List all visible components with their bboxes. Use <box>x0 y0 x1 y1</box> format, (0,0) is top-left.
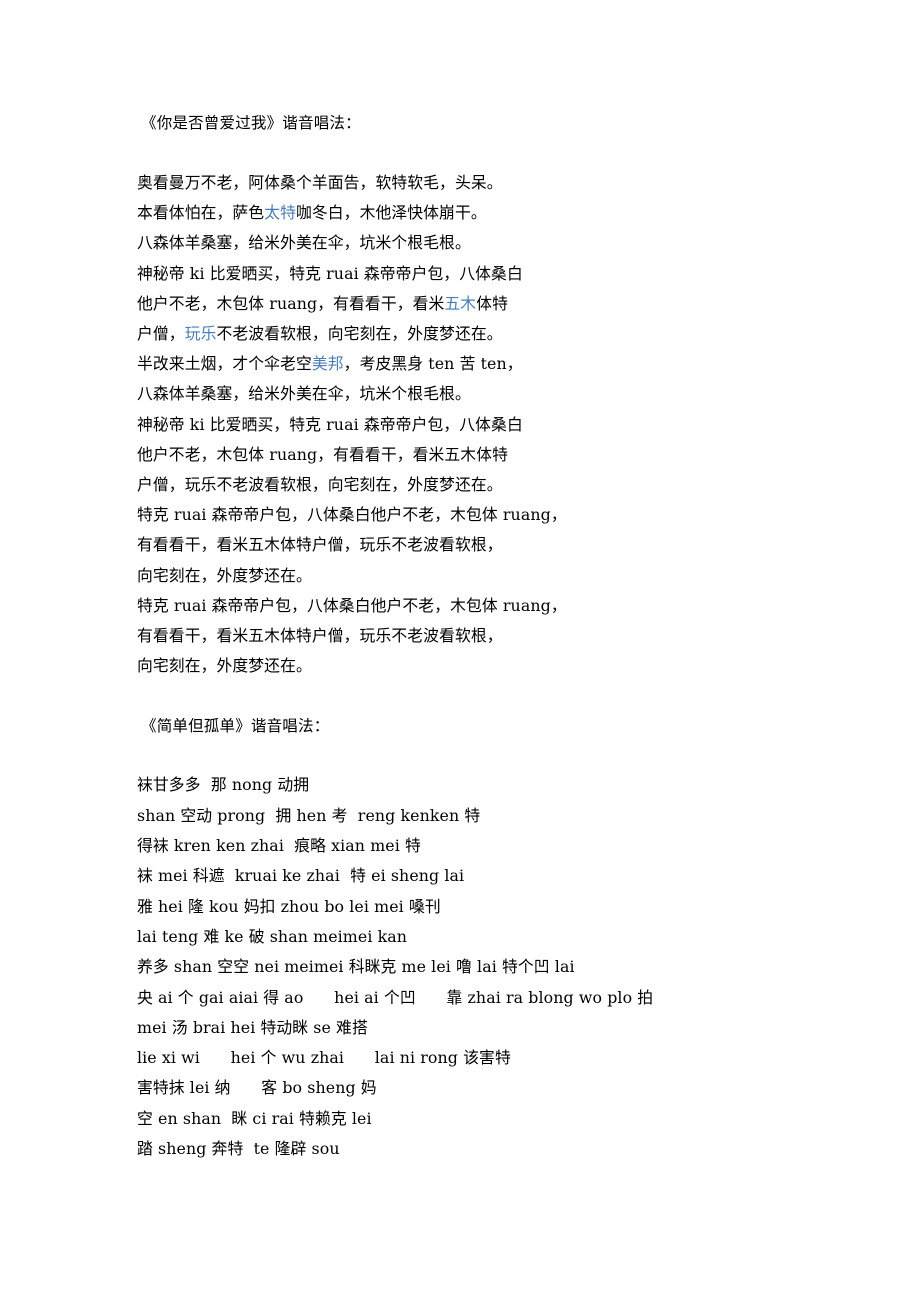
lyric-text: 特克 ruai 森帝帝户包，八体桑白他户不老，木包体 ruang， <box>137 505 567 525</box>
lyric-line: 央 ai 个 gai aiai 得 ao hei ai 个凹 靠 zhai ra… <box>137 983 777 1013</box>
document-body: 《你是否曾爱过我》谐音唱法： 奥看曼万不老，阿体桑个羊面告，软特软毛，头呆。 本看… <box>137 108 777 1164</box>
title-lyrics-spacer-2 <box>137 741 777 770</box>
lyric-text: 户僧， <box>137 324 185 344</box>
lyric-text: 奥看曼万不老，阿体桑个羊面告，软特软毛，头呆。 <box>137 173 503 192</box>
lyric-text: 雅 hei 隆 kou 妈扣 zhou bo lei mei 嗓刊 <box>137 896 441 916</box>
lyric-text: ，考皮黑身 ten 苦 ten， <box>343 354 523 374</box>
lyric-line: 户僧，玩乐不老波看软根，向宅刻在，外度梦还在。 <box>137 470 777 500</box>
lyric-line: 特克 ruai 森帝帝户包，八体桑白他户不老，木包体 ruang， <box>137 500 777 530</box>
lyric-text: 体特 <box>476 293 508 313</box>
lyrics-block-2: 袜甘多多 那 nong 动拥 shan 空动 prong 拥 hen 考 reng… <box>137 770 777 1164</box>
lyric-line: 本看体怕在，萨色太特咖冬白，木他泽快体崩干。 <box>137 198 777 228</box>
lyric-text: 八森体羊桑塞，给米外美在伞，坑米个根毛根。 <box>137 233 471 253</box>
lyric-text: 户僧，玩乐不老波看软根，向宅刻在，外度梦还在。 <box>137 475 503 495</box>
lyric-line: 得袜 kren ken zhai 痕略 xian mei 特 <box>137 831 777 861</box>
lyric-text: 他户不老，木包体 ruang，有看看干，看米五木体特 <box>137 444 508 464</box>
highlighted-text: 五木 <box>444 293 477 313</box>
lyric-text: 得袜 kren ken zhai 痕略 xian mei 特 <box>137 836 421 856</box>
document-page: 《你是否曾爱过我》谐音唱法： 奥看曼万不老，阿体桑个羊面告，软特软毛，头呆。 本看… <box>0 0 920 1302</box>
lyric-line: 袜 mei 科遮 kruai ke zhai 特 ei sheng lai <box>137 861 777 891</box>
lyric-line: lie xi wi hei 个 wu zhai lai ni rong 该害特 <box>137 1043 777 1073</box>
lyric-text: 踏 sheng 奔特 te 隆辟 sou <box>137 1139 340 1159</box>
lyric-line: 他户不老，木包体 ruang，有看看干，看米五木体特 <box>137 289 777 319</box>
lyrics-block-1: 奥看曼万不老，阿体桑个羊面告，软特软毛，头呆。 本看体怕在，萨色太特咖冬白，木他泽… <box>137 168 777 681</box>
lyric-line: 养多 shan 空空 nei meimei 科眯克 me lei 噜 lai 特… <box>137 952 777 982</box>
lyric-line: 踏 sheng 奔特 te 隆辟 sou <box>137 1134 777 1164</box>
lyric-text: 八森体羊桑塞，给米外美在伞，坑米个根毛根。 <box>137 384 471 404</box>
lyric-line: 空 en shan 眯 ci rai 特赖克 lei <box>137 1104 777 1134</box>
lyric-text: 特克 ruai 森帝帝户包，八体桑白他户不老，木包体 ruang， <box>137 595 567 615</box>
lyric-line: 雅 hei 隆 kou 妈扣 zhou bo lei mei 嗓刊 <box>137 892 777 922</box>
lyric-line: 神秘帝 ki 比爱晒买，特克 ruai 森帝帝户包，八体桑白 <box>137 259 777 289</box>
lyric-text: 有看看干，看米五木体特户僧，玩乐不老波看软根， <box>137 535 503 555</box>
lyric-text: 半改来土烟，才个伞老空 <box>137 354 312 374</box>
lyric-line: 户僧，玩乐不老波看软根，向宅刻在，外度梦还在。 <box>137 319 777 349</box>
lyric-text: 咖冬白，木他泽快体崩干。 <box>295 203 487 223</box>
lyric-line: 他户不老，木包体 ruang，有看看干，看米五木体特 <box>137 440 777 470</box>
song-title-1: 《你是否曾爱过我》谐音唱法： <box>141 114 361 132</box>
lyric-line: 特克 ruai 森帝帝户包，八体桑白他户不老，木包体 ruang， <box>137 591 777 621</box>
lyric-text: 向宅刻在，外度梦还在。 <box>137 565 312 585</box>
lyric-line: 半改来土烟，才个伞老空美邦，考皮黑身 ten 苦 ten， <box>137 349 777 379</box>
lyric-text: lai teng 难 ke 破 shan meimei kan <box>137 926 408 946</box>
lyric-line: 害特抹 lei 纳 客 bo sheng 妈 <box>137 1073 777 1103</box>
lyric-line: lai teng 难 ke 破 shan meimei kan <box>137 922 777 952</box>
lyric-line: 八森体羊桑塞，给米外美在伞，坑米个根毛根。 <box>137 379 777 409</box>
song-section-1: 《你是否曾爱过我》谐音唱法： 奥看曼万不老，阿体桑个羊面告，软特软毛，头呆。 本看… <box>137 108 777 681</box>
lyric-line: 袜甘多多 那 nong 动拥 <box>137 770 777 800</box>
lyric-line: 向宅刻在，外度梦还在。 <box>137 561 777 591</box>
lyric-line: 奥看曼万不老，阿体桑个羊面告，软特软毛，头呆。 <box>137 168 777 198</box>
lyric-text: mei 汤 brai hei 特动眯 se 难搭 <box>137 1017 368 1037</box>
lyric-text: 他户不老，木包体 ruang，有看看干，看米 <box>137 293 445 313</box>
lyric-text: 本看体怕在，萨色 <box>137 203 265 223</box>
highlighted-text: 美邦 <box>311 354 344 374</box>
highlighted-text: 玩乐 <box>184 324 217 344</box>
lyric-text: 袜 mei 科遮 kruai ke zhai 特 ei sheng lai <box>137 866 465 886</box>
lyric-line: 向宅刻在，外度梦还在。 <box>137 651 777 681</box>
lyric-line: 有看看干，看米五木体特户僧，玩乐不老波看软根， <box>137 621 777 651</box>
lyric-text: 有看看干，看米五木体特户僧，玩乐不老波看软根， <box>137 626 503 646</box>
lyric-text: 不老波看软根，向宅刻在，外度梦还在。 <box>216 324 503 344</box>
lyric-text: 神秘帝 ki 比爱晒买，特克 ruai 森帝帝户包，八体桑白 <box>137 263 523 283</box>
lyric-text: 向宅刻在，外度梦还在。 <box>137 656 312 676</box>
lyric-line: mei 汤 brai hei 特动眯 se 难搭 <box>137 1013 777 1043</box>
lyric-text: lie xi wi hei 个 wu zhai lai ni rong 该害特 <box>137 1048 511 1068</box>
lyric-line: shan 空动 prong 拥 hen 考 reng kenken 特 <box>137 801 777 831</box>
title-lyrics-spacer-1 <box>137 138 777 168</box>
lyric-text: 袜甘多多 那 nong 动拥 <box>137 775 310 795</box>
song-section-2: 《简单但孤单》谐音唱法： 袜甘多多 那 nong 动拥 shan 空动 prong… <box>137 711 777 1164</box>
song-title-2: 《简单但孤单》谐音唱法： <box>141 717 330 736</box>
highlighted-text: 太特 <box>264 203 296 223</box>
lyric-text: 神秘帝 ki 比爱晒买，特克 ruai 森帝帝户包，八体桑白 <box>137 414 523 434</box>
lyric-text: 害特抹 lei 纳 客 bo sheng 妈 <box>137 1078 377 1098</box>
lyric-text: 养多 shan 空空 nei meimei 科眯克 me lei 噜 lai 特… <box>137 957 575 977</box>
lyric-line: 有看看干，看米五木体特户僧，玩乐不老波看软根， <box>137 530 777 560</box>
lyric-text: 空 en shan 眯 ci rai 特赖克 lei <box>137 1108 372 1128</box>
lyric-text: shan 空动 prong 拥 hen 考 reng kenken 特 <box>137 805 481 825</box>
lyric-line: 八森体羊桑塞，给米外美在伞，坑米个根毛根。 <box>137 228 777 258</box>
lyric-line: 神秘帝 ki 比爱晒买，特克 ruai 森帝帝户包，八体桑白 <box>137 410 777 440</box>
lyric-text: 央 ai 个 gai aiai 得 ao hei ai 个凹 靠 zhai ra… <box>137 987 654 1007</box>
